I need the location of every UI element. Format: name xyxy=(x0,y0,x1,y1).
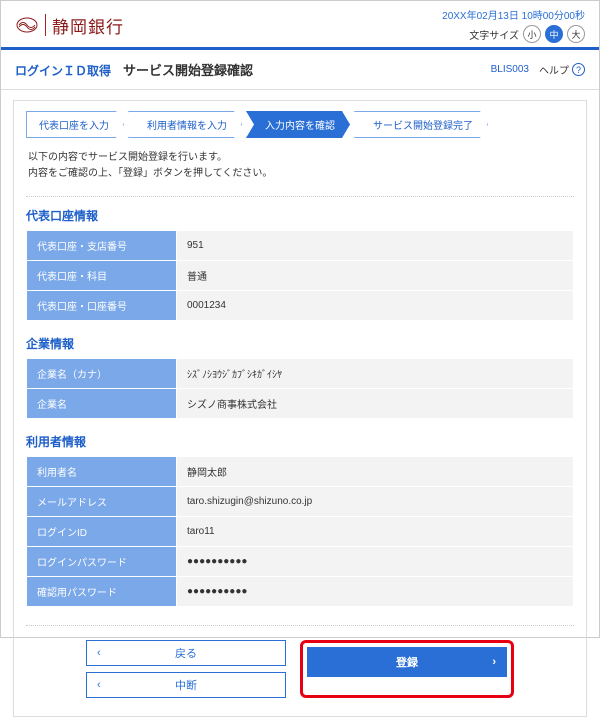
help-icon: ? xyxy=(572,63,585,76)
title-right: BLIS003 ヘルプ ? xyxy=(491,62,585,77)
wizard-step-2: 利用者情報を入力 xyxy=(128,111,242,138)
action-row: ‹ 戻る ‹ 中断 登録 › xyxy=(26,625,574,698)
page-root: 静岡銀行 20XX年02月13日 10時00分00秒 文字サイズ 小 中 大 ロ… xyxy=(0,0,600,638)
cell-key: ログインパスワード xyxy=(27,547,177,577)
cell-value: シズノ商事株式会社 xyxy=(177,389,574,419)
back-label: 戻る xyxy=(175,645,197,661)
page-header: 静岡銀行 20XX年02月13日 10時00分00秒 文字サイズ 小 中 大 xyxy=(1,1,599,47)
chevron-left-icon: ‹ xyxy=(97,679,101,691)
cell-value: ●●●●●●●●●● xyxy=(177,577,574,607)
table-row: ログインIDtaro11 xyxy=(27,517,574,547)
cell-value: 951 xyxy=(177,231,574,261)
cell-key: 企業名（カナ） xyxy=(27,359,177,389)
table-row: 利用者名静岡太郎 xyxy=(27,457,574,487)
cell-value: taro11 xyxy=(177,517,574,547)
cell-key: 代表口座・科目 xyxy=(27,261,177,291)
content-card: 代表口座を入力 利用者情報を入力 入力内容を確認 サービス開始登録完了 以下の内… xyxy=(13,100,587,717)
title-row: ログインＩＤ取得 サービス開始登録確認 BLIS003 ヘルプ ? xyxy=(1,50,599,90)
cell-key: メールアドレス xyxy=(27,487,177,517)
help-link[interactable]: ヘルプ ? xyxy=(539,62,585,77)
page-context: ログインＩＤ取得 xyxy=(15,62,111,79)
submit-button[interactable]: 登録 › xyxy=(307,647,507,677)
table-row: 企業名（カナ）ｼｽﾞﾉｼﾖｳｼﾞｶﾌﾞｼｷｶﾞｲｼﾔ xyxy=(27,359,574,389)
cell-value: 0001234 xyxy=(177,291,574,321)
divider xyxy=(26,196,574,197)
user-table: 利用者名静岡太郎 メールアドレスtaro.shizugin@shizuno.co… xyxy=(26,456,574,607)
cell-value: 普通 xyxy=(177,261,574,291)
intro-line-2: 内容をご確認の上、「登録」ボタンを押してください。 xyxy=(28,166,572,182)
cell-value: taro.shizugin@shizuno.co.jp xyxy=(177,487,574,517)
section-company-title: 企業情報 xyxy=(26,335,574,352)
company-table: 企業名（カナ）ｼｽﾞﾉｼﾖｳｼﾞｶﾌﾞｼｷｶﾞｲｼﾔ 企業名シズノ商事株式会社 xyxy=(26,358,574,419)
table-row: 確認用パスワード●●●●●●●●●● xyxy=(27,577,574,607)
bank-name: 静岡銀行 xyxy=(52,13,124,38)
intro-line-1: 以下の内容でサービス開始登録を行います。 xyxy=(28,150,572,166)
table-row: 代表口座・科目普通 xyxy=(27,261,574,291)
fontsize-control: 文字サイズ 小 中 大 xyxy=(442,25,585,43)
table-row: 企業名シズノ商事株式会社 xyxy=(27,389,574,419)
wizard-step-1: 代表口座を入力 xyxy=(26,111,124,138)
fontsize-label: 文字サイズ xyxy=(469,27,519,42)
cancel-button[interactable]: ‹ 中断 xyxy=(86,672,286,698)
wizard-step-4: サービス開始登録完了 xyxy=(354,111,488,138)
cancel-label: 中断 xyxy=(175,677,197,693)
wizard-step-3: 入力内容を確認 xyxy=(246,111,350,138)
fontsize-medium-button[interactable]: 中 xyxy=(545,25,563,43)
account-table: 代表口座・支店番号951 代表口座・科目普通 代表口座・口座番号0001234 xyxy=(26,230,574,321)
section-user-title: 利用者情報 xyxy=(26,433,574,450)
fontsize-large-button[interactable]: 大 xyxy=(567,25,585,43)
submit-label: 登録 xyxy=(396,654,418,670)
fontsize-small-button[interactable]: 小 xyxy=(523,25,541,43)
title-left: ログインＩＤ取得 サービス開始登録確認 xyxy=(15,60,253,79)
cell-key: 代表口座・口座番号 xyxy=(27,291,177,321)
chevron-right-icon: › xyxy=(492,656,496,668)
cell-key: ログインID xyxy=(27,517,177,547)
cell-value: 静岡太郎 xyxy=(177,457,574,487)
primary-highlight: 登録 › xyxy=(300,640,514,698)
table-row: 代表口座・口座番号0001234 xyxy=(27,291,574,321)
wizard-steps: 代表口座を入力 利用者情報を入力 入力内容を確認 サービス開始登録完了 xyxy=(26,111,574,138)
help-label: ヘルプ xyxy=(539,62,569,77)
cell-key: 確認用パスワード xyxy=(27,577,177,607)
screen-id: BLIS003 xyxy=(491,64,529,75)
brand-block: 静岡銀行 xyxy=(15,13,124,38)
table-row: 代表口座・支店番号951 xyxy=(27,231,574,261)
cell-key: 代表口座・支店番号 xyxy=(27,231,177,261)
table-row: ログインパスワード●●●●●●●●●● xyxy=(27,547,574,577)
cell-value: ●●●●●●●●●● xyxy=(177,547,574,577)
bank-logo-icon xyxy=(15,16,39,34)
cell-key: 企業名 xyxy=(27,389,177,419)
back-button[interactable]: ‹ 戻る xyxy=(86,640,286,666)
page-title: サービス開始登録確認 xyxy=(123,60,253,79)
brand-divider xyxy=(45,14,46,36)
chevron-left-icon: ‹ xyxy=(97,647,101,659)
cell-value: ｼｽﾞﾉｼﾖｳｼﾞｶﾌﾞｼｷｶﾞｲｼﾔ xyxy=(177,359,574,389)
secondary-buttons: ‹ 戻る ‹ 中断 xyxy=(86,640,286,698)
intro-text: 以下の内容でサービス開始登録を行います。 内容をご確認の上、「登録」ボタンを押し… xyxy=(28,150,572,182)
cell-key: 利用者名 xyxy=(27,457,177,487)
table-row: メールアドレスtaro.shizugin@shizuno.co.jp xyxy=(27,487,574,517)
header-right: 20XX年02月13日 10時00分00秒 文字サイズ 小 中 大 xyxy=(442,7,585,43)
section-account-title: 代表口座情報 xyxy=(26,207,574,224)
timestamp: 20XX年02月13日 10時00分00秒 xyxy=(442,7,585,22)
